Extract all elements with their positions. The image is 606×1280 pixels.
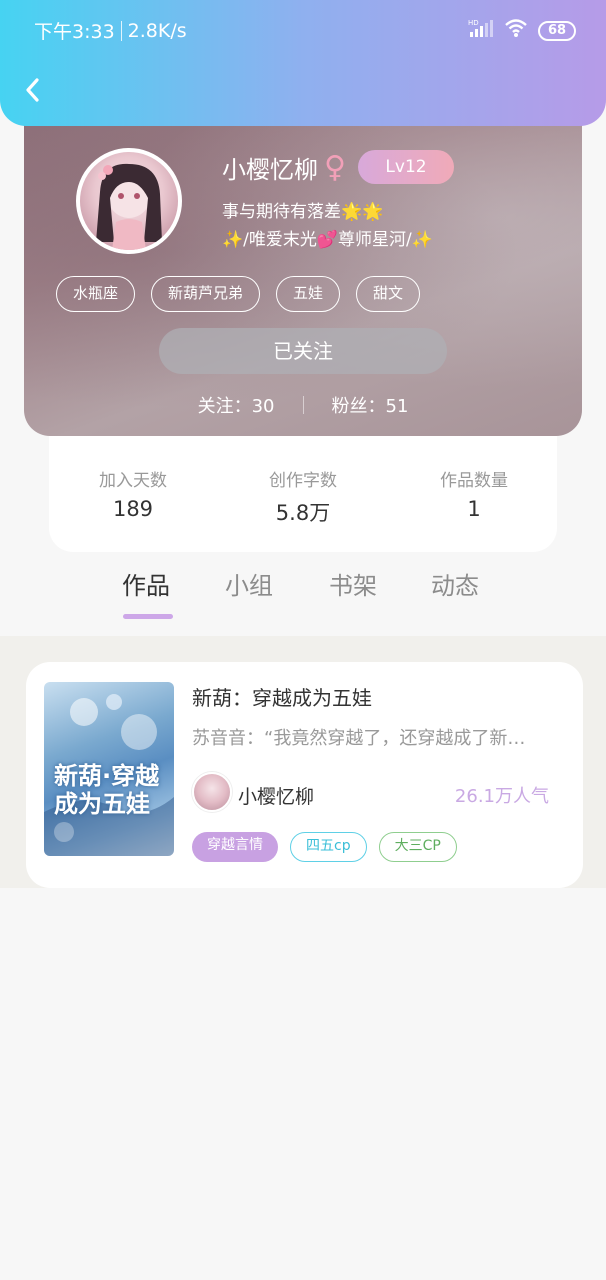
profile-tag[interactable]: 新葫芦兄弟 [151,276,261,312]
chevron-left-icon [26,78,39,102]
stat-label: 加入天数 [99,471,167,491]
stat-label: 作品数量 [440,471,508,491]
status-bar: 下午3:33 2.8K/s HD 68 [0,0,606,58]
profile-tag[interactable]: 甜文 [356,276,421,312]
stat-value: 5.8万 [275,501,331,525]
book-title[interactable]: 新葫：穿越成为五娃 [192,682,372,711]
status-time: 下午3:33 [34,21,115,43]
book-card[interactable]: 新葫·穿越成为五娃 新葫：穿越成为五娃 苏音音：“我竟然穿越了，还穿越成了新… … [26,662,583,888]
profile-tags: 水瓶座 新葫芦兄弟 五娃 甜文 [56,276,421,312]
stat-label: 创作字数 [269,471,337,491]
status-right: HD 68 [468,18,576,43]
author-avatar[interactable] [192,772,232,812]
genre-tag[interactable]: 穿越言情 [192,832,278,862]
book-cover[interactable]: 新葫·穿越成为五娃 [44,682,174,856]
popularity: 26.1万人气 [454,786,549,807]
follow-stats: 关注：30 粉丝：51 [24,392,582,418]
network-label: HD [468,19,479,27]
signal-icon: HD [468,18,494,43]
tab-activity[interactable]: 动态 [431,566,479,601]
follow-divider [302,396,304,414]
username: 小樱忆柳 [222,156,318,184]
tab-groups[interactable]: 小组 [225,566,273,601]
stat-join-days: 加入天数 189 [53,466,213,521]
bio: 事与期待有落差🌟🌟 ✨/唯爱末光💕尊师星河/✨ [222,198,433,254]
following-count[interactable]: 关注：30 [198,392,275,418]
avatar-illustration-icon [96,163,162,250]
bio-line-1: 事与期待有落差🌟🌟 [222,202,384,222]
genre-tag[interactable]: 大三CP [378,832,457,862]
genre-tags: 穿越言情 四五cp 大三CP [192,832,457,862]
wifi-icon [504,18,528,43]
profile-card: 小樱忆柳 ♀ Lv12 事与期待有落差🌟🌟 ✨/唯爱末光💕尊师星河/✨ 水瓶座 … [24,100,582,436]
profile-name-row: 小樱忆柳 ♀ [222,150,346,185]
status-left: 下午3:33 2.8K/s [34,17,187,44]
bio-line-2: ✨/唯爱末光💕尊师星河/✨ [222,230,433,250]
profile-tag[interactable]: 水瓶座 [56,276,136,312]
header-bar: 下午3:33 2.8K/s HD 68 [0,0,606,126]
status-divider [120,20,122,41]
cover-title: 新葫·穿越成为五娃 [54,762,160,818]
status-speed: 2.8K/s [127,19,187,42]
avatar[interactable] [76,148,182,254]
profile-tag[interactable]: 五娃 [276,276,341,312]
stat-word-count: 创作字数 5.8万 [223,466,383,527]
back-button[interactable] [16,72,48,108]
fans-count[interactable]: 粉丝：51 [332,392,409,418]
tab-bookshelf[interactable]: 书架 [329,566,377,601]
author-name[interactable]: 小樱忆柳 [238,782,314,809]
stat-works-count: 作品数量 1 [394,466,554,521]
stat-value: 189 [112,497,154,521]
book-excerpt: 苏音音：“我竟然穿越了，还穿越成了新… [192,728,526,749]
follow-button[interactable]: 已关注 [159,328,447,374]
female-icon: ♀ [324,150,346,185]
battery-icon: 68 [538,20,576,41]
tab-bar: 作品 小组 书架 动态 [0,566,606,626]
tab-works[interactable]: 作品 [122,566,170,601]
tab-active-indicator [123,614,173,619]
stat-value: 1 [467,497,481,521]
genre-tag[interactable]: 四五cp [290,832,367,862]
level-badge: Lv12 [358,150,454,184]
